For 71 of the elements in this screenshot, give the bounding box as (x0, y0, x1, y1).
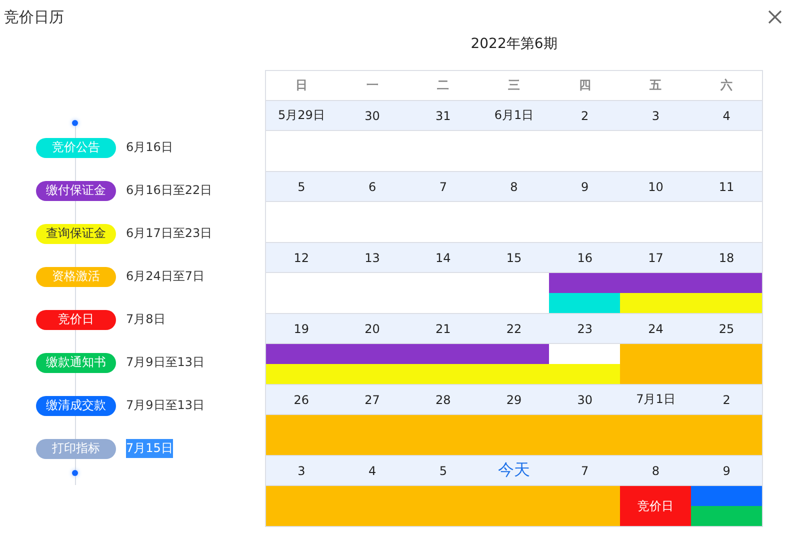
date-label[interactable]: 30 (336, 101, 408, 130)
date-label[interactable]: 28 (408, 385, 479, 414)
date-label[interactable]: 13 (336, 243, 408, 272)
date-label[interactable]: 7 (408, 172, 479, 201)
date-label[interactable]: 3 (620, 101, 692, 130)
date-label[interactable]: 16 (549, 243, 620, 272)
legend-tag: 缴清成交款 (36, 396, 116, 416)
date-label[interactable]: 29 (478, 385, 550, 414)
date-label[interactable]: 6月1日 (478, 101, 550, 130)
weekday-label: 一 (365, 77, 380, 94)
timeline-dot (72, 470, 78, 476)
weekday-label: 三 (506, 77, 521, 94)
date-label[interactable]: 25 (691, 314, 762, 343)
date-label[interactable]: 17 (620, 243, 692, 272)
legend-dates: 6月24日至7日 (126, 268, 205, 285)
date-label[interactable]: 10 (620, 172, 692, 201)
date-label[interactable]: 15 (478, 243, 550, 272)
event-bar: 竞价日 (620, 486, 692, 526)
date-label[interactable]: 8 (478, 172, 550, 201)
date-label[interactable]: 9 (691, 456, 762, 485)
weekday-label: 五 (648, 77, 663, 94)
date-label[interactable]: 2 (549, 101, 620, 130)
date-label[interactable]: 23 (549, 314, 620, 343)
legend-dates: 7月9日至13日 (126, 354, 205, 371)
window-title: 竞价日历 (4, 8, 64, 26)
date-label[interactable]: 19 (266, 314, 337, 343)
legend-dates: 6月16日至22日 (126, 182, 212, 199)
date-label[interactable]: 5 (266, 172, 337, 201)
date-label[interactable]: 5 (408, 456, 479, 485)
date-label[interactable]: 12 (266, 243, 337, 272)
legend-tag: 缴付保证金 (36, 180, 116, 200)
legend-tag: 打印指标 (36, 438, 116, 458)
legend-tag: 缴款通知书 (36, 352, 116, 372)
close-icon[interactable] (767, 9, 783, 25)
today-label[interactable]: 今天 (478, 456, 550, 485)
weekday-label: 四 (578, 77, 592, 94)
date-label[interactable]: 22 (478, 314, 550, 343)
legend-dates: 6月16日 (126, 139, 173, 156)
date-label[interactable]: 7月1日 (620, 385, 692, 414)
legend-dates: 7月15日 (126, 439, 173, 458)
date-label[interactable]: 8 (620, 456, 692, 485)
date-label[interactable]: 6 (336, 172, 408, 201)
date-label[interactable]: 30 (549, 385, 620, 414)
date-label[interactable]: 31 (408, 101, 479, 130)
date-label[interactable]: 7 (549, 456, 620, 485)
legend-dates: 7月8日 (126, 311, 166, 328)
date-label[interactable]: 21 (408, 314, 479, 343)
date-label[interactable]: 5月29日 (266, 101, 337, 130)
date-label[interactable]: 26 (266, 385, 337, 414)
calendar-title: 2022年第6期 (470, 35, 558, 54)
date-label[interactable]: 9 (549, 172, 620, 201)
legend-dates: 6月17日至23日 (126, 225, 212, 242)
date-label[interactable]: 24 (620, 314, 692, 343)
legend-tag: 资格激活 (36, 266, 116, 286)
legend-tag: 竞价日 (36, 310, 116, 330)
weekday-label: 二 (436, 77, 450, 94)
date-label[interactable]: 14 (408, 243, 479, 272)
date-label[interactable]: 11 (691, 172, 762, 201)
weekday-label: 六 (719, 77, 734, 94)
weekday-label: 日 (294, 77, 308, 94)
legend-dates: 7月9日至13日 (126, 397, 205, 414)
date-label[interactable]: 18 (691, 243, 762, 272)
date-label[interactable]: 3 (266, 456, 337, 485)
legend-tag: 竞价公告 (36, 138, 116, 158)
legend-tag: 查询保证金 (36, 224, 116, 244)
date-label[interactable]: 4 (336, 456, 408, 485)
date-label[interactable]: 20 (336, 314, 408, 343)
timeline-dot (72, 120, 78, 126)
date-label[interactable]: 4 (691, 101, 762, 130)
date-label[interactable]: 27 (336, 385, 408, 414)
date-label[interactable]: 2 (691, 385, 762, 414)
